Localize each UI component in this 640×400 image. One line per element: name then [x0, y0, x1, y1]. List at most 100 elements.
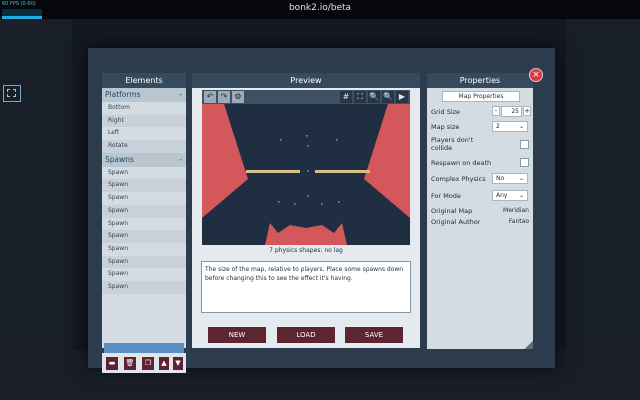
move-down-icon[interactable]: ▼	[173, 357, 183, 370]
move-up-icon[interactable]: ▲	[159, 357, 169, 370]
gear-icon[interactable]: ⚙	[232, 91, 244, 103]
preview-header: Preview	[192, 73, 420, 88]
save-button[interactable]: SAVE	[345, 327, 403, 343]
right-wall-shape	[364, 104, 410, 218]
grid-icon[interactable]: #	[340, 91, 352, 103]
spawn-dot	[321, 203, 323, 205]
grid-size-input[interactable]: 25	[501, 106, 522, 117]
duplicate-icon[interactable]: ❐	[142, 357, 154, 370]
section-label: Spawns	[105, 154, 134, 164]
list-item[interactable]: Bottom	[102, 102, 186, 115]
play-icon[interactable]: ▶	[396, 91, 408, 103]
zoom-out-icon[interactable]: 🔍	[382, 91, 394, 103]
list-item[interactable]: Spawn	[102, 243, 186, 256]
section-label: Platforms	[105, 90, 141, 99]
map-size-select[interactable]: 2 ⌄	[492, 121, 528, 132]
complex-physics-value: No	[496, 175, 505, 182]
preview-panel: Preview ↶ ↷ ⚙ # ⛶ 🔍 🔍 ▶ 7 physics shapes…	[192, 73, 420, 348]
selection-box-icon	[7, 89, 16, 97]
complex-physics-label: Complex Physics	[431, 175, 486, 183]
players-dont-collide-label-line2: collide	[431, 144, 453, 152]
original-map-value: Meridian	[503, 207, 529, 214]
respawn-on-death-checkbox[interactable]	[520, 158, 529, 167]
load-button[interactable]: LOAD	[277, 327, 335, 343]
platform-right	[315, 170, 370, 173]
elements-footer: ▬ 🗑 ❐ ▲ ▼	[102, 353, 186, 373]
spawn-dot	[338, 201, 340, 203]
background-right	[566, 19, 640, 350]
close-button[interactable]: ×	[529, 68, 543, 82]
list-item[interactable]: Spawn	[102, 280, 186, 294]
for-mode-select[interactable]: Any ⌄	[492, 190, 528, 201]
complex-physics-select[interactable]: No ⌄	[492, 173, 528, 184]
list-item[interactable]: Right	[102, 114, 186, 128]
spawn-dot	[336, 139, 338, 141]
elements-panel: Elements Platforms - Bottom Right Left Rotate…	[102, 73, 186, 373]
map-size-value: 2	[496, 123, 500, 130]
elements-scrollbar[interactable]	[104, 343, 184, 353]
grid-size-label: Grid Size	[431, 108, 461, 116]
trash-icon[interactable]: 🗑	[124, 357, 136, 370]
for-mode-label: For Mode	[431, 192, 461, 200]
section-header[interactable]: Platforms -	[102, 88, 186, 102]
section-items: Spawn Spawn Spawn Spawn Spawn Spawn Spawn Spawn…	[102, 167, 186, 294]
spawn-dot	[280, 139, 282, 141]
list-item[interactable]: Spawn	[102, 218, 186, 231]
list-item[interactable]: Spawn	[102, 230, 186, 243]
undo-icon[interactable]: ↶	[204, 91, 216, 103]
window-title: bonk2.io/beta	[288, 3, 352, 13]
chevron-down-icon: ⌄	[518, 192, 524, 199]
properties-panel: Properties Map Properties Grid Size - 25…	[427, 73, 533, 349]
map-size-label: Map size	[431, 123, 460, 131]
platform-left	[246, 170, 300, 173]
original-author-value: Fantao	[508, 218, 529, 225]
players-dont-collide-label-line1: Players don't	[431, 136, 474, 144]
redo-icon[interactable]: ↷	[218, 91, 230, 103]
list-item[interactable]: Spawn	[102, 204, 186, 218]
selection-tool-icon[interactable]	[3, 85, 21, 102]
map-properties-button[interactable]: Map Properties	[442, 91, 520, 102]
spawn-dot	[307, 195, 309, 197]
list-item[interactable]: Spawn	[102, 179, 186, 193]
properties-header: Properties	[427, 73, 533, 88]
background-left	[0, 19, 72, 350]
elements-header: Elements	[102, 73, 186, 88]
grid-size-decrease-button[interactable]: -	[492, 106, 500, 116]
help-text-box: The size of the map, relative to players…	[201, 261, 411, 313]
elements-list: Platforms - Bottom Right Left Rotate Spawns - Sp…	[102, 88, 186, 294]
original-map-label: Original Map	[431, 207, 473, 215]
players-dont-collide-label: Players don't collide	[431, 136, 473, 152]
players-dont-collide-checkbox[interactable]	[520, 140, 529, 149]
section-items: Bottom Right Left Rotate	[102, 102, 186, 153]
new-button[interactable]: NEW	[208, 327, 266, 343]
spawn-dot	[294, 203, 296, 205]
spawn-dot	[306, 135, 308, 137]
grid-size-increase-button[interactable]: +	[523, 106, 531, 116]
bottom-bump-shape	[265, 223, 347, 245]
list-item[interactable]: Spawn	[102, 192, 186, 205]
new-element-icon[interactable]: ▬	[106, 357, 118, 370]
zoom-in-icon[interactable]: 🔍	[368, 91, 380, 103]
list-item[interactable]: Spawn	[102, 255, 186, 269]
collapse-icon[interactable]: -	[179, 88, 182, 102]
list-item[interactable]: Left	[102, 127, 186, 140]
respawn-on-death-label: Respawn on death	[431, 159, 492, 167]
physics-shapes-note: 7 physics shapes: no lag	[269, 247, 343, 254]
list-item[interactable]: Spawn	[102, 167, 186, 180]
list-item[interactable]: Spawn	[102, 268, 186, 281]
spawn-dots	[278, 135, 340, 205]
spawn-dot	[307, 170, 309, 172]
section-header[interactable]: Spawns -	[102, 152, 186, 167]
spawn-dot	[278, 201, 280, 203]
map-preview-canvas[interactable]	[202, 104, 410, 245]
left-wall-shape	[202, 104, 248, 218]
collapse-icon[interactable]: -	[179, 153, 182, 167]
map-preview-svg	[202, 104, 410, 245]
spawn-dot	[307, 145, 309, 147]
resize-handle-icon[interactable]	[525, 341, 533, 349]
title-bar: 60 FPS (0-60) bonk2.io/beta	[0, 0, 640, 19]
list-item[interactable]: Rotate	[102, 140, 186, 153]
fit-screen-icon[interactable]: ⛶	[354, 91, 366, 103]
original-author-label: Original Author	[431, 218, 481, 226]
for-mode-value: Any	[496, 192, 508, 199]
